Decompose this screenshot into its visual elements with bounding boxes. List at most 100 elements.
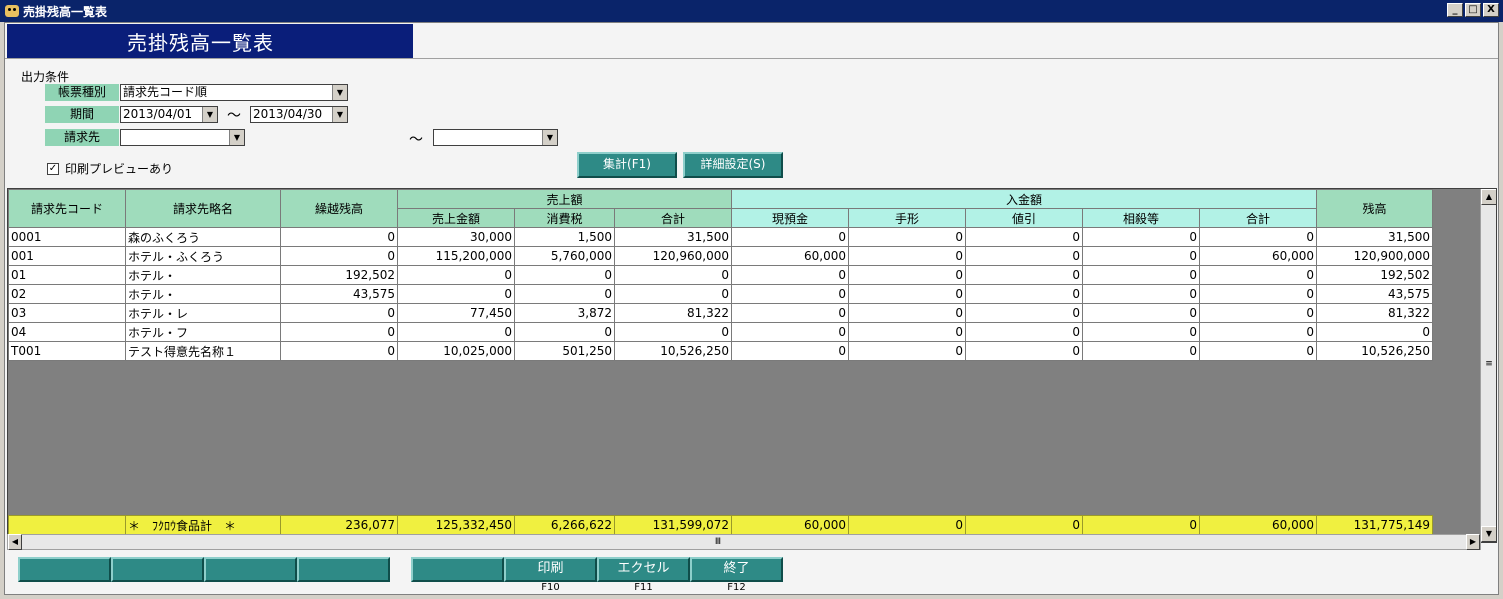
cell-value[interactable]: 0 (731, 341, 849, 361)
cell-value[interactable]: 0 (514, 322, 615, 342)
cell-code[interactable]: 001 (8, 246, 126, 266)
cell-value[interactable]: 77,450 (397, 303, 515, 323)
cell-value[interactable]: 0 (614, 284, 732, 304)
cell-name[interactable]: ホテル・ (125, 284, 281, 304)
fkey-5[interactable] (411, 557, 504, 582)
cell-name[interactable]: ホテル・ (125, 265, 281, 285)
cell-value[interactable]: 43,575 (280, 284, 398, 304)
chevron-down-icon[interactable]: ▼ (332, 85, 347, 100)
cell-value[interactable]: 192,502 (280, 265, 398, 285)
cell-value[interactable]: 501,250 (514, 341, 615, 361)
print-preview-checkbox[interactable]: ✓ 印刷プレビューあり (47, 160, 173, 177)
chevron-down-icon[interactable]: ▼ (332, 107, 347, 122)
cell-value[interactable]: 0 (848, 341, 966, 361)
cell-value[interactable]: 0 (614, 322, 732, 342)
cell-value[interactable]: 0 (965, 341, 1083, 361)
cell-value[interactable]: 0 (1199, 303, 1317, 323)
cell-value[interactable]: 0 (965, 322, 1083, 342)
col-header-receipts-total[interactable]: 合計 (1199, 208, 1317, 228)
cell-value[interactable]: 0 (965, 265, 1083, 285)
cell-value[interactable]: 5,760,000 (514, 246, 615, 266)
chevron-down-icon[interactable]: ▼ (202, 107, 217, 122)
maximize-button[interactable]: □ (1465, 3, 1481, 17)
cell-value[interactable]: 10,025,000 (397, 341, 515, 361)
cell-name[interactable]: テスト得意先名称１ (125, 341, 281, 361)
checkbox-check-icon[interactable]: ✓ (47, 162, 59, 175)
col-header-cash[interactable]: 現預金 (731, 208, 849, 228)
cell-value[interactable]: 0 (848, 227, 966, 247)
chevron-down-icon[interactable]: ▼ (229, 130, 244, 145)
horizontal-scrollbar[interactable]: ◀ Ⅲ ▶ (7, 534, 1481, 550)
cell-value[interactable]: 0 (514, 265, 615, 285)
cell-value[interactable]: 0 (848, 246, 966, 266)
cell-value[interactable]: 0 (848, 265, 966, 285)
cell-value[interactable]: 3,872 (514, 303, 615, 323)
cell-value[interactable]: 31,500 (1316, 227, 1433, 247)
cell-value[interactable]: 0 (397, 322, 515, 342)
cell-value[interactable]: 0 (1082, 284, 1200, 304)
col-header-discount[interactable]: 値引 (965, 208, 1083, 228)
col-header-sales-amount[interactable]: 売上金額 (397, 208, 515, 228)
cell-value[interactable]: 10,526,250 (1316, 341, 1433, 361)
scroll-grip-icon[interactable]: Ⅲ (708, 536, 728, 548)
cell-code[interactable]: 03 (8, 303, 126, 323)
cell-value[interactable]: 0 (1082, 322, 1200, 342)
cell-value[interactable]: 60,000 (731, 246, 849, 266)
cell-value[interactable]: 0 (965, 246, 1083, 266)
cell-value[interactable]: 0 (1199, 284, 1317, 304)
cell-value[interactable]: 0 (1082, 303, 1200, 323)
cell-value[interactable]: 0 (848, 322, 966, 342)
fkey-2[interactable] (111, 557, 204, 582)
col-header-name[interactable]: 請求先略名 (125, 189, 281, 228)
cell-value[interactable]: 120,900,000 (1316, 246, 1433, 266)
cell-name[interactable]: ホテル・フ (125, 322, 281, 342)
table-row[interactable]: 0001 森のふくろう 0 30,000 1,500 31,500 0 0 0 0 0 31,500 (8, 227, 1433, 247)
cell-value[interactable]: 120,960,000 (614, 246, 732, 266)
cell-value[interactable]: 0 (1199, 227, 1317, 247)
cell-value[interactable]: 0 (731, 265, 849, 285)
cell-value[interactable]: 30,000 (397, 227, 515, 247)
scroll-right-icon[interactable]: ▶ (1466, 534, 1480, 550)
billing-to-select[interactable]: ▼ (433, 129, 558, 146)
cell-value[interactable]: 0 (1199, 265, 1317, 285)
scroll-grip-icon[interactable]: ≡ (1483, 359, 1495, 369)
scroll-up-icon[interactable]: ▲ (1481, 189, 1496, 205)
cell-value[interactable]: 0 (965, 303, 1083, 323)
cell-value[interactable]: 81,322 (614, 303, 732, 323)
table-row[interactable]: 01 ホテル・ 192,502 0 0 0 0 0 0 0 0 192,502 (8, 265, 1433, 285)
cell-value[interactable]: 31,500 (614, 227, 732, 247)
col-header-balance[interactable]: 残高 (1316, 189, 1433, 228)
cell-value[interactable]: 0 (280, 227, 398, 247)
cell-value[interactable]: 0 (1199, 341, 1317, 361)
scroll-down-icon[interactable]: ▼ (1481, 526, 1496, 542)
cell-value[interactable]: 0 (1082, 227, 1200, 247)
cell-name[interactable]: ホテル・ふくろう (125, 246, 281, 266)
cell-value[interactable]: 0 (397, 265, 515, 285)
period-to-select[interactable]: 2013/04/30 ▼ (250, 106, 348, 123)
cell-value[interactable]: 0 (280, 303, 398, 323)
period-from-select[interactable]: 2013/04/01 ▼ (120, 106, 218, 123)
cell-value[interactable]: 115,200,000 (397, 246, 515, 266)
col-header-bill[interactable]: 手形 (848, 208, 966, 228)
table-row[interactable]: 02 ホテル・ 43,575 0 0 0 0 0 0 0 0 43,575 (8, 284, 1433, 304)
col-header-tax[interactable]: 消費税 (514, 208, 615, 228)
cell-value[interactable]: 0 (514, 284, 615, 304)
col-header-offset[interactable]: 相殺等 (1082, 208, 1200, 228)
table-row[interactable]: 03 ホテル・レ 0 77,450 3,872 81,322 0 0 0 0 0 81,322 (8, 303, 1433, 323)
cell-value[interactable]: 81,322 (1316, 303, 1433, 323)
balance-grid[interactable]: 請求先コード 請求先略名 繰越残高 売上額 入金額 残高 売上金額 消費税 合計… (7, 188, 1497, 543)
table-row[interactable]: 001 ホテル・ふくろう 0 115,200,000 5,760,000 120,960,… (8, 246, 1433, 266)
col-header-carry[interactable]: 繰越残高 (280, 189, 398, 228)
detail-settings-button[interactable]: 詳細設定(S) (683, 152, 783, 178)
cell-value[interactable]: 0 (731, 284, 849, 304)
cell-value[interactable]: 0 (397, 284, 515, 304)
table-row[interactable]: T001 テスト得意先名称１ 0 10,025,000 501,250 10,526,25… (8, 341, 1433, 361)
cell-value[interactable]: 0 (1082, 265, 1200, 285)
cell-code[interactable]: 02 (8, 284, 126, 304)
cell-code[interactable]: 04 (8, 322, 126, 342)
cell-code[interactable]: 0001 (8, 227, 126, 247)
cell-value[interactable]: 0 (731, 303, 849, 323)
cell-value[interactable]: 0 (614, 265, 732, 285)
aggregate-button[interactable]: 集計(F1) (577, 152, 677, 178)
print-button[interactable]: 印刷 (504, 557, 597, 582)
